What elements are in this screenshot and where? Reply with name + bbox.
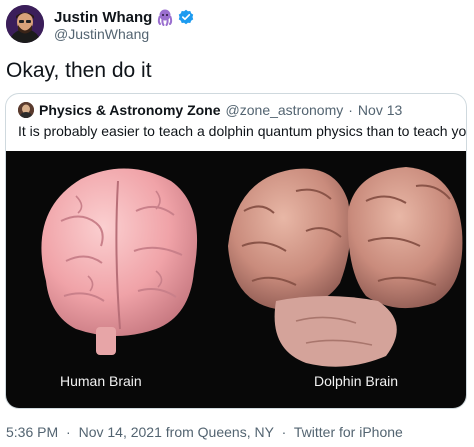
quoted-author-avatar[interactable] <box>18 102 34 118</box>
quoted-tweet[interactable]: Physics & Astronomy Zone @zone_astronomy… <box>5 93 467 409</box>
tweet-text: Okay, then do it <box>6 59 152 82</box>
dolphin-brain-caption: Dolphin Brain <box>314 373 399 389</box>
author-handle[interactable]: @JustinWhang <box>54 26 149 42</box>
quoted-tweet-image[interactable]: Human Brain Dolphin Brain <box>6 151 466 408</box>
quoted-date[interactable]: Nov 13 <box>358 102 402 118</box>
quoted-tweet-header: Physics & Astronomy Zone @zone_astronomy… <box>18 101 402 119</box>
verified-badge-icon <box>178 9 194 25</box>
human-brain-caption: Human Brain <box>60 373 142 389</box>
tweet-header: Justin Whang @JustinWhang <box>0 0 474 50</box>
octopus-emoji-icon <box>156 8 174 26</box>
tweet-date[interactable]: Nov 14, 2021 <box>79 424 162 440</box>
quoted-tweet-text: It is probably easier to teach a dolphin… <box>18 123 467 139</box>
author-avatar[interactable] <box>6 5 44 43</box>
quoted-date-separator: · <box>348 102 353 118</box>
human-brain-icon <box>41 168 198 355</box>
footer-separator: · <box>281 424 287 440</box>
footer-separator: · <box>66 424 71 440</box>
tweet-location[interactable]: from Queens, NY <box>166 424 274 440</box>
quoted-author-name[interactable]: Physics & Astronomy Zone <box>39 102 221 118</box>
tweet-time[interactable]: 5:36 PM <box>6 424 58 440</box>
dolphin-brain-icon <box>228 167 463 367</box>
quoted-author-handle[interactable]: @zone_astronomy <box>226 102 344 118</box>
tweet-footer: 5:36 PM · Nov 14, 2021 from Queens, NY ·… <box>6 424 403 440</box>
author-name[interactable]: Justin Whang <box>54 9 152 26</box>
tweet-source[interactable]: Twitter for iPhone <box>294 424 403 440</box>
brains-illustration <box>41 167 463 367</box>
